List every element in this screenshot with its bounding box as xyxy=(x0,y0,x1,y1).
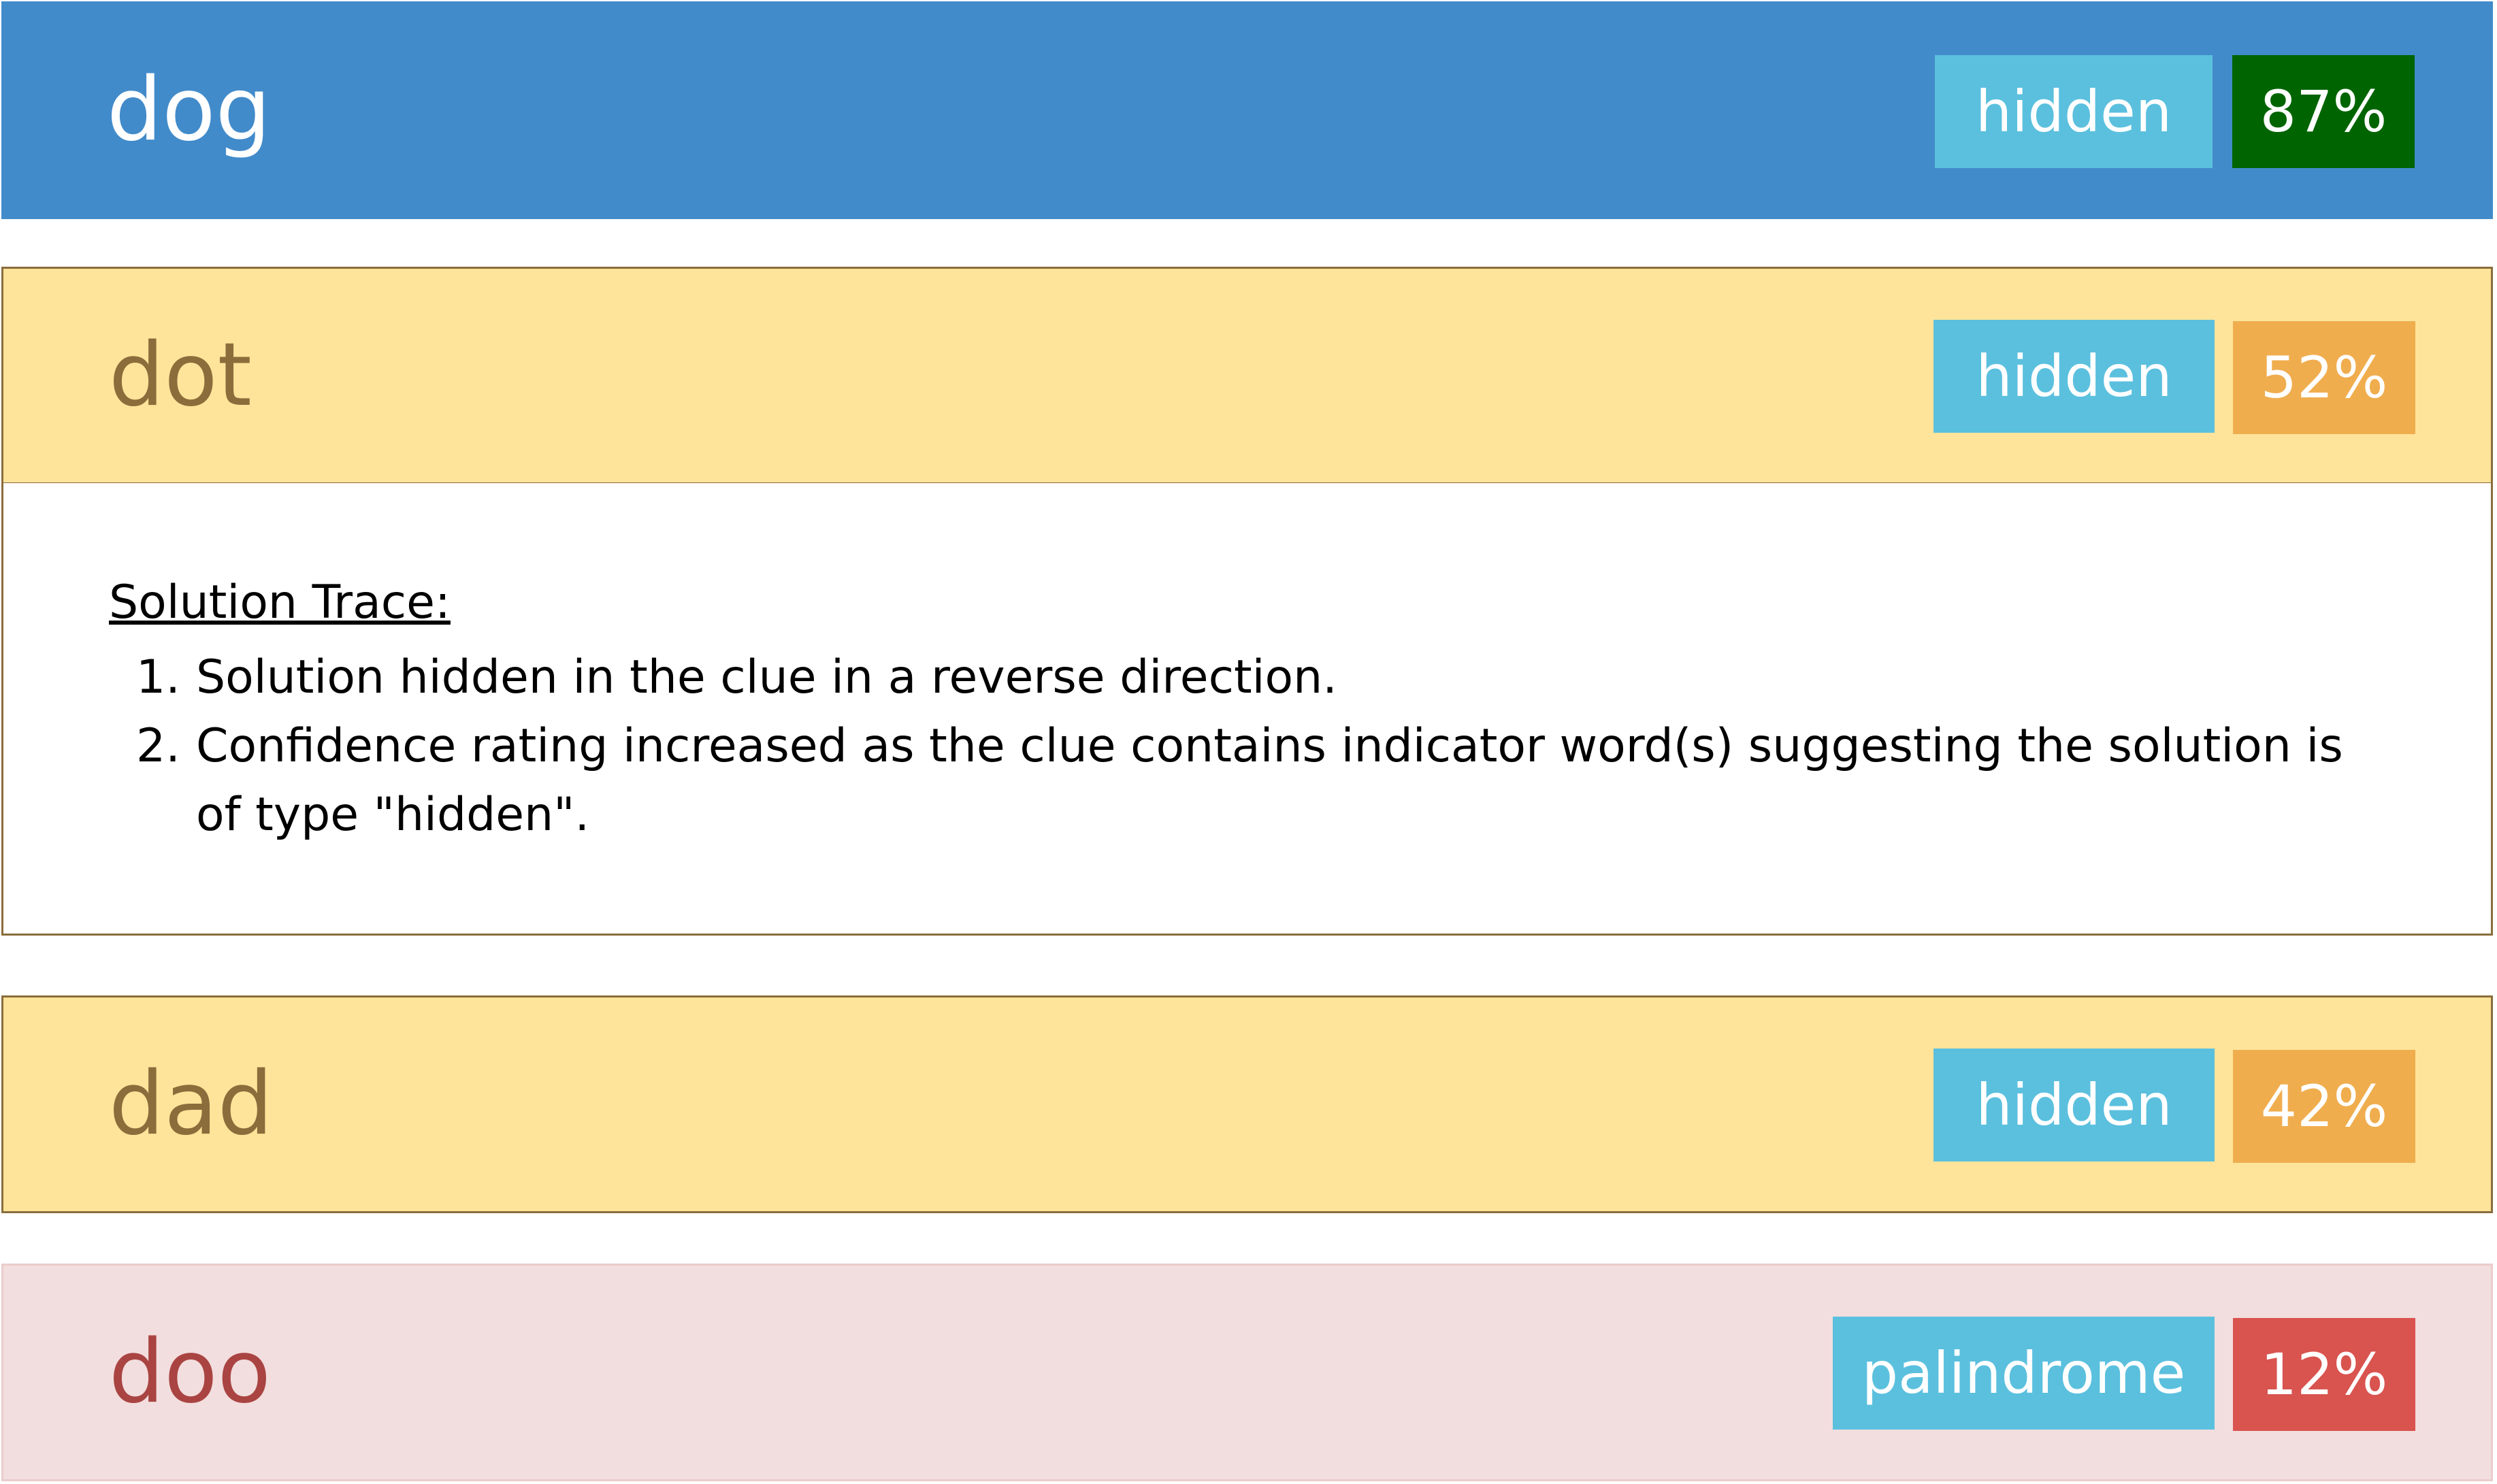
trace-step-text: Confidence rating increased as the clue … xyxy=(196,719,2343,842)
solution-trace-panel: Solution Trace: 1. Solution hidden in th… xyxy=(1,483,2493,936)
confidence-badge: 87% xyxy=(2232,55,2415,168)
trace-step-text: Solution hidden in the clue in a reverse… xyxy=(196,650,1337,704)
result-row-dot[interactable]: dot hidden 52% xyxy=(1,267,2493,484)
type-badge: hidden xyxy=(1933,1049,2215,1161)
trace-title: Solution Trace: xyxy=(109,576,451,629)
solution-word: dog xyxy=(107,59,271,161)
trace-step-number: 1. xyxy=(136,650,180,704)
solution-word: dot xyxy=(109,325,252,426)
trace-step: 2. Confidence rating increased as the cl… xyxy=(136,712,2382,849)
trace-steps-list: 1. Solution hidden in the clue in a reve… xyxy=(136,643,2382,849)
confidence-badge: 52% xyxy=(2233,321,2415,434)
trace-step-number: 2. xyxy=(136,719,180,773)
type-badge: hidden xyxy=(1935,55,2213,168)
result-row-dog[interactable]: dog hidden 87% xyxy=(1,1,2493,219)
confidence-badge: 12% xyxy=(2233,1318,2415,1431)
solution-word: dad xyxy=(109,1053,273,1155)
result-row-dad[interactable]: dad hidden 42% xyxy=(1,995,2493,1213)
solution-word: doo xyxy=(109,1321,271,1423)
confidence-badge: 42% xyxy=(2233,1050,2415,1163)
type-badge: palindrome xyxy=(1833,1317,2215,1430)
type-badge: hidden xyxy=(1933,320,2215,433)
result-row-doo[interactable]: doo palindrome 12% xyxy=(1,1264,2493,1481)
trace-step: 1. Solution hidden in the clue in a reve… xyxy=(136,643,2382,712)
